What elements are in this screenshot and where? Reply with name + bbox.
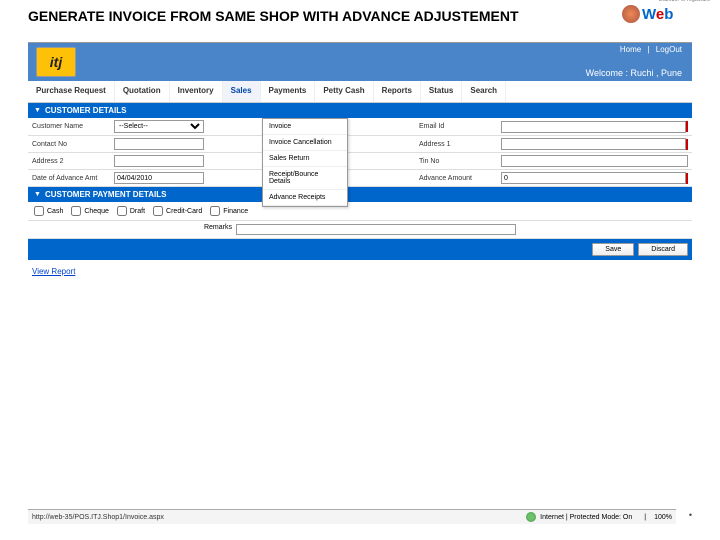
address1-input[interactable] <box>501 138 686 150</box>
payment-options: Cash Cheque Draft Credit-Card Finance <box>28 202 692 221</box>
nav-payments[interactable]: Payments <box>261 81 316 102</box>
dropdown-invoice-cancel[interactable]: Invoice Cancellation <box>263 135 347 151</box>
label-remarks: Remarks <box>204 224 232 235</box>
label-tin: Tin No <box>419 158 501 165</box>
internet-zone-icon <box>526 512 536 522</box>
view-report-link[interactable]: View Report <box>32 267 75 276</box>
logout-link[interactable]: LogOut <box>656 45 682 54</box>
date-advance-input[interactable] <box>114 172 204 184</box>
discard-button[interactable]: Discard <box>638 243 688 256</box>
collapse-icon: ▼ <box>34 107 41 114</box>
action-bar: Save Discard <box>28 239 692 260</box>
required-indicator <box>686 173 688 184</box>
dropdown-advance-receipts[interactable]: Advance Receipts <box>263 190 347 206</box>
dropdown-receipt-bounce[interactable]: Receipt/Bounce Details <box>263 167 347 190</box>
app-logo: itj <box>36 47 76 77</box>
finance-checkbox[interactable]: Finance <box>210 206 248 216</box>
zoom-level[interactable]: 100% <box>654 514 672 521</box>
dropdown-sales-return[interactable]: Sales Return <box>263 151 347 167</box>
label-advance-amount: Advance Amount <box>419 175 501 182</box>
home-link[interactable]: Home <box>620 45 641 54</box>
nav-quotation[interactable]: Quotation <box>115 81 170 102</box>
nav-sales[interactable]: Sales <box>223 81 261 102</box>
protected-mode-text: Internet | Protected Mode: On <box>540 514 632 521</box>
advance-amount-input[interactable] <box>501 172 686 184</box>
label-date-advance: Date of Advance Amt <box>32 175 114 182</box>
remarks-row: Remarks <box>28 221 692 239</box>
customer-name-select[interactable]: --Select-- <box>114 120 204 133</box>
dropdown-invoice[interactable]: Invoice <box>263 119 347 135</box>
contact-input[interactable] <box>114 138 204 150</box>
nav-inventory[interactable]: Inventory <box>170 81 223 102</box>
draft-checkbox[interactable]: Draft <box>117 206 145 216</box>
customer-details-header[interactable]: ▼ CUSTOMER DETAILS <box>28 103 692 118</box>
label-customer-name: Customer Name <box>32 123 114 130</box>
remarks-input[interactable] <box>236 224 516 235</box>
nav-status[interactable]: Status <box>421 81 462 102</box>
slide-dot: • <box>689 510 692 520</box>
required-indicator <box>686 121 688 132</box>
cheque-checkbox[interactable]: Cheque <box>71 206 109 216</box>
credit-card-checkbox[interactable]: Credit-Card <box>153 206 202 216</box>
label-contact: Contact No <box>32 141 114 148</box>
status-bar: http://web-35/POS.ITJ.Shop1/Invoice.aspx… <box>28 509 676 524</box>
nav-reports[interactable]: Reports <box>374 81 421 102</box>
status-url: http://web-35/POS.ITJ.Shop1/Invoice.aspx <box>32 514 526 521</box>
payment-details-header[interactable]: ▼ CUSTOMER PAYMENT DETAILS <box>28 187 692 202</box>
brand-web-text: Web <box>642 6 673 23</box>
nav-purchase-request[interactable]: Purchase Request <box>28 81 115 102</box>
app-window: itj Home | LogOut Welcome : Ruchi , Pune… <box>28 42 692 276</box>
email-input[interactable] <box>501 121 686 133</box>
banner-links: Home | LogOut <box>616 45 682 54</box>
page-title: GENERATE INVOICE FROM SAME SHOP WITH ADV… <box>0 0 720 42</box>
label-address2: Address 2 <box>32 158 114 165</box>
sales-dropdown: Invoice Invoice Cancellation Sales Retur… <box>262 118 348 207</box>
brand-logo: Web <box>622 0 712 28</box>
collapse-icon: ▼ <box>34 191 41 198</box>
address2-input[interactable] <box>114 155 204 167</box>
main-nav: Purchase Request Quotation Inventory Sal… <box>28 81 692 103</box>
label-email: Email Id <box>419 123 501 130</box>
save-button[interactable]: Save <box>592 243 634 256</box>
banner: itj Home | LogOut Welcome : Ruchi , Pune <box>28 43 692 81</box>
view-report-link-row: View Report <box>32 266 688 276</box>
nav-search[interactable]: Search <box>462 81 506 102</box>
tin-input[interactable] <box>501 155 688 167</box>
required-indicator <box>686 139 688 150</box>
welcome-text: Welcome : Ruchi , Pune <box>586 68 682 78</box>
label-address1: Address 1 <box>419 141 501 148</box>
cash-checkbox[interactable]: Cash <box>34 206 63 216</box>
nav-petty-cash[interactable]: Petty Cash <box>315 81 373 102</box>
globe-icon <box>622 5 640 23</box>
